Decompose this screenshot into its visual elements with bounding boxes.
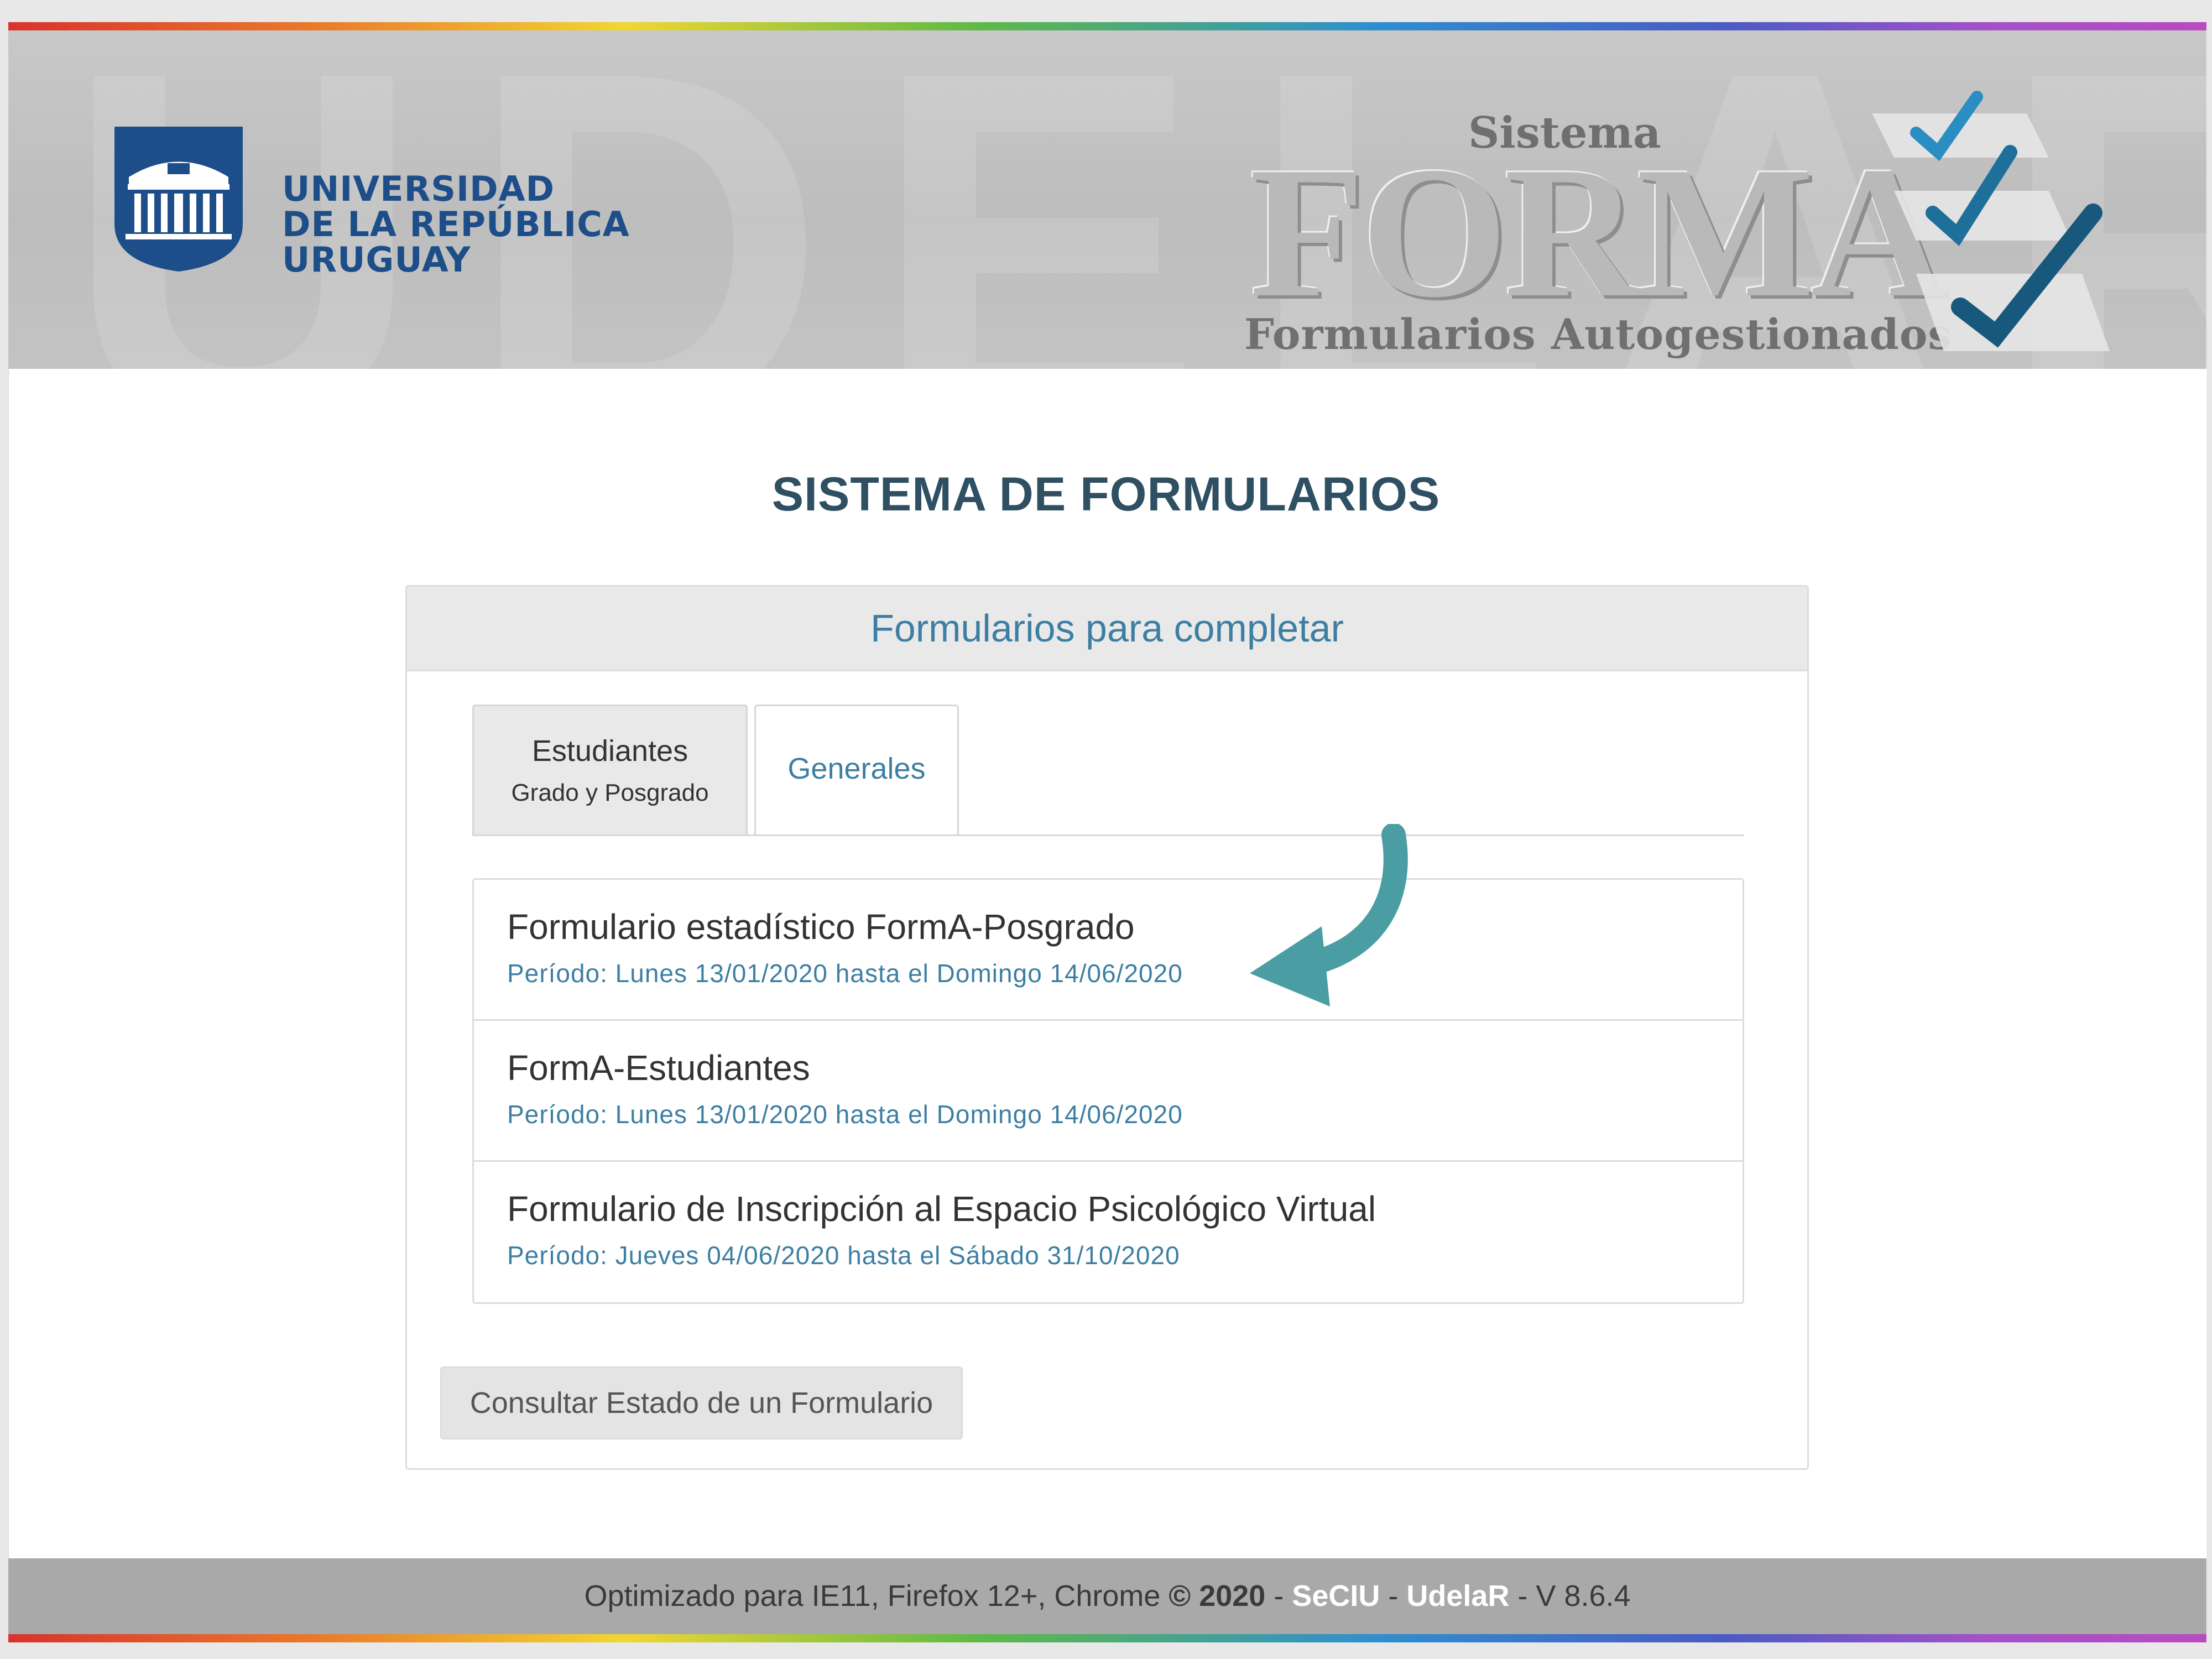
form-period: Período: Jueves 04/06/2020 hasta el Sába…: [507, 1241, 1180, 1270]
form-period: Período: Lunes 13/01/2020 hasta el Domin…: [507, 1100, 1183, 1129]
forms-panel: Formularios para completar Estudiantes G…: [405, 585, 1809, 1470]
page-title: SISTEMA DE FORMULARIOS: [771, 468, 1441, 521]
form-title[interactable]: Formulario estadístico FormA-Posgrado: [507, 880, 1743, 947]
brand-subtitle: Formularios Autogestionados: [1244, 310, 1953, 359]
tab-estudiantes[interactable]: Estudiantes Grado y Posgrado: [472, 705, 748, 836]
footer-separator: -: [1265, 1579, 1292, 1613]
header-banner: UDELAR UNIVERSIDAD DE LA REPÚBLICA URUGU…: [8, 30, 2206, 369]
university-name: UNIVERSIDAD DE LA REPÚBLICA URUGUAY: [282, 171, 630, 278]
panel-heading: Formularios para completar: [407, 587, 1807, 671]
university-shield-icon: [114, 127, 243, 272]
bottom-rainbow-bar: [8, 1634, 2206, 1642]
footer-separator: -: [1380, 1579, 1407, 1613]
tabs-divider: [472, 834, 1744, 836]
tab-estudiantes-sublabel: Grado y Posgrado: [511, 779, 709, 806]
checkmark-icon: [1872, 91, 2110, 351]
form-title[interactable]: Formulario de Inscripción al Espacio Psi…: [507, 1162, 1743, 1229]
footer-copyright: © 2020: [1168, 1579, 1266, 1613]
university-name-line-3: URUGUAY: [282, 239, 471, 280]
top-rainbow-bar: [8, 22, 2206, 30]
tab-generales-label: Generales: [787, 752, 926, 785]
footer-link-seciu[interactable]: SeCIU: [1292, 1579, 1380, 1613]
form-period: Período: Lunes 13/01/2020 hasta el Domin…: [507, 959, 1183, 988]
form-title[interactable]: FormA-Estudiantes: [507, 1021, 1743, 1088]
university-name-line-1: UNIVERSIDAD: [282, 169, 555, 209]
tab-estudiantes-label: Estudiantes: [531, 734, 688, 768]
curved-arrow-icon: [1250, 824, 1408, 1006]
list-item[interactable]: FormA-Estudiantes Período: Lunes 13/01/2…: [474, 1021, 1743, 1162]
footer-browsers: Optimizado para IE11, Firefox 12+, Chrom…: [584, 1579, 1169, 1613]
tab-generales[interactable]: Generales: [754, 705, 959, 836]
brand-forma-logo: FORMA: [1250, 128, 1947, 336]
footer-version: - V 8.6.4: [1509, 1579, 1631, 1613]
forms-list: Formulario estadístico FormA-Posgrado Pe…: [472, 878, 1744, 1304]
footer: Optimizado para IE11, Firefox 12+, Chrom…: [8, 1558, 2206, 1634]
university-name-line-2: DE LA REPÚBLICA: [282, 204, 630, 244]
footer-link-udelar[interactable]: UdelaR: [1406, 1579, 1509, 1613]
consult-status-button[interactable]: Consultar Estado de un Formulario: [440, 1366, 963, 1439]
list-item[interactable]: Formulario de Inscripción al Espacio Psi…: [474, 1162, 1743, 1303]
list-item[interactable]: Formulario estadístico FormA-Posgrado Pe…: [474, 880, 1743, 1021]
